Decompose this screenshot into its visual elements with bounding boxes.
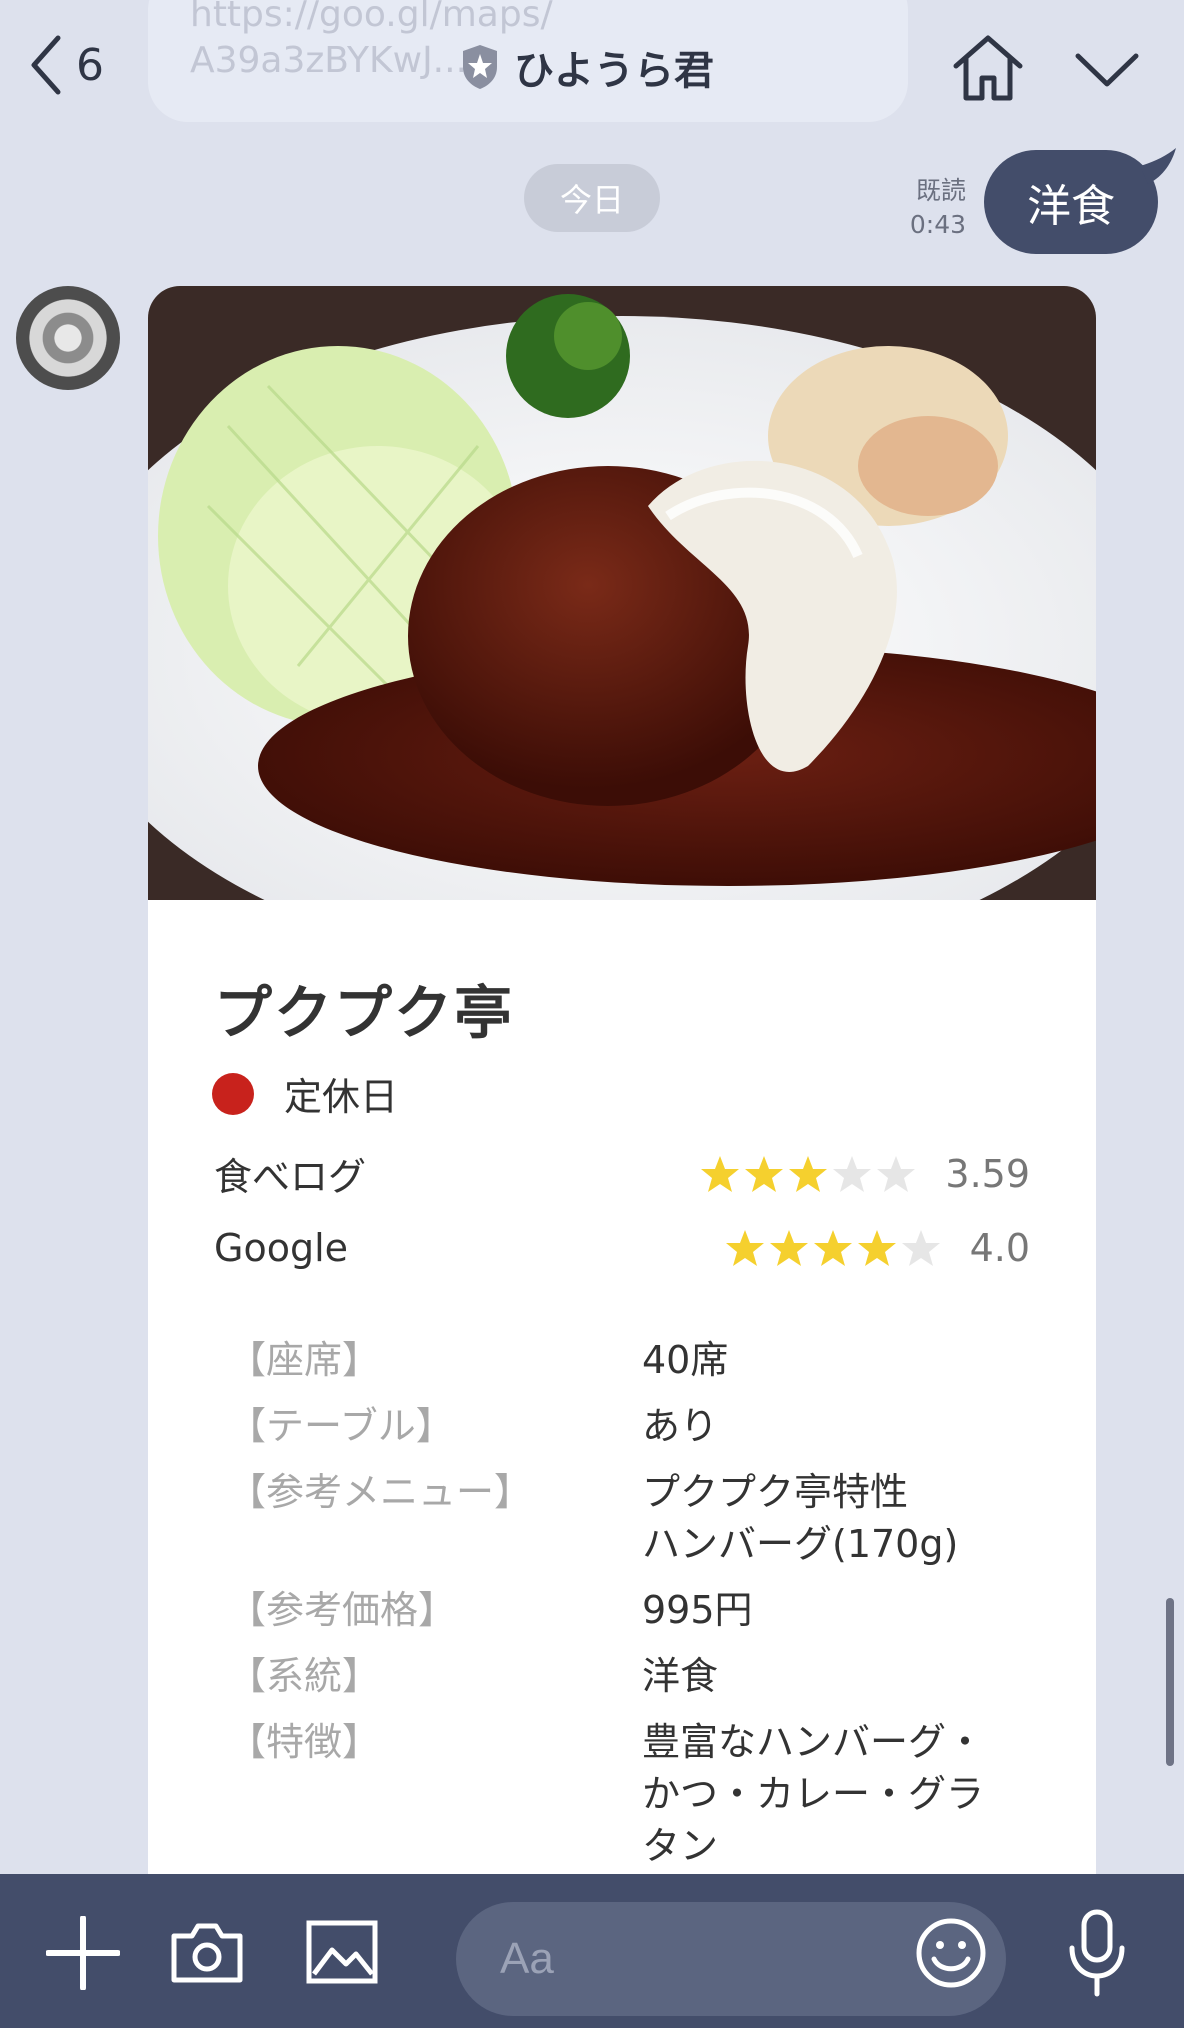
info-key: 【系統】 bbox=[228, 1654, 381, 1698]
info-row: 【参考メニュー】 プクプク亭特性 ハンバーグ(170g) bbox=[228, 1466, 1008, 1584]
chat-header: https://goo.gl/maps/ A39a3zBYKwJ... 6 ひよ… bbox=[0, 0, 1184, 140]
rating-score: 4.0 bbox=[969, 1226, 1030, 1270]
back-chevron-icon bbox=[31, 35, 61, 95]
home-button[interactable] bbox=[952, 34, 1024, 102]
date-separator: 今日 bbox=[524, 164, 660, 232]
status-dot bbox=[212, 1072, 254, 1115]
home-icon bbox=[953, 35, 1023, 101]
shield-icon bbox=[463, 45, 497, 89]
menu-toggle-button[interactable] bbox=[1072, 44, 1142, 94]
info-key: 【テーブル】 bbox=[228, 1404, 454, 1448]
unread-count: 6 bbox=[76, 39, 104, 91]
message-time: 0:43 bbox=[909, 210, 966, 239]
info-value: プクプク亭特性 ハンバーグ(170g) bbox=[642, 1470, 959, 1566]
message-input[interactable] bbox=[498, 1933, 882, 1985]
message-input-wrap[interactable] bbox=[456, 1902, 1006, 2016]
status-text: 定休日 bbox=[284, 1075, 399, 1119]
star-icon bbox=[877, 1155, 916, 1192]
info-key: 【座席】 bbox=[228, 1338, 381, 1382]
info-row: 【座席】 40席 bbox=[228, 1334, 1008, 1400]
chat-title-area[interactable]: ひようら君 bbox=[460, 38, 714, 96]
rating-source: 食べログ bbox=[214, 1155, 367, 1199]
info-value: 40席 bbox=[642, 1338, 729, 1382]
info-row: 【参考価格】 995円 bbox=[228, 1584, 1008, 1650]
info-key: 【参考価格】 bbox=[228, 1588, 457, 1632]
star-rating bbox=[699, 1154, 919, 1194]
info-value: あり bbox=[642, 1404, 719, 1448]
shop-name: プクプク亭 bbox=[214, 979, 515, 1047]
plus-icon[interactable] bbox=[46, 1916, 120, 1990]
info-key: 【特徴】 bbox=[228, 1720, 381, 1764]
message-meta: 既読 0:43 bbox=[880, 174, 966, 242]
info-key: 【参考メニュー】 bbox=[228, 1470, 533, 1514]
bubble-tail bbox=[1140, 148, 1176, 184]
star-icon bbox=[833, 1155, 872, 1192]
scrollbar[interactable] bbox=[1166, 1598, 1174, 1766]
camera-icon[interactable] bbox=[170, 1920, 244, 1984]
input-bar bbox=[0, 1874, 1184, 2028]
star-icon bbox=[725, 1230, 764, 1266]
rating-row-tabelog[interactable]: 食べログ 3.59 bbox=[214, 1146, 1030, 1201]
star-icon bbox=[745, 1155, 784, 1192]
info-value: 995円 bbox=[642, 1588, 753, 1632]
star-icon bbox=[769, 1230, 808, 1266]
rating-source: Google bbox=[214, 1226, 349, 1270]
star-icon bbox=[701, 1155, 740, 1192]
back-button[interactable]: 6 bbox=[28, 30, 104, 100]
info-row: 【テーブル】 あり bbox=[228, 1400, 1008, 1466]
food-photo bbox=[148, 286, 1096, 900]
star-icon bbox=[789, 1155, 828, 1192]
chevron-down-icon bbox=[1075, 53, 1139, 87]
image-icon[interactable] bbox=[306, 1920, 378, 1984]
star-icon bbox=[901, 1230, 940, 1266]
star-rating bbox=[724, 1228, 944, 1268]
info-row: 【特徴】 豊富なハンバーグ・ かつ・カレー・グラ タン bbox=[228, 1716, 1008, 1886]
emoji-icon[interactable] bbox=[914, 1916, 988, 1990]
rating-score: 3.59 bbox=[945, 1151, 1030, 1196]
avatar[interactable] bbox=[16, 286, 120, 390]
my-message-bubble[interactable]: 洋食 bbox=[984, 150, 1158, 254]
restaurant-card[interactable]: プクプク亭 定休日 食べログ 3.59 Google 4.0 【座席】 40席 … bbox=[148, 286, 1096, 2028]
chat-title: ひようら君 bbox=[514, 48, 714, 94]
microphone-icon[interactable] bbox=[1066, 1908, 1128, 1998]
info-row: 【系統】 洋食 bbox=[228, 1650, 1008, 1716]
read-receipt: 既読 bbox=[915, 176, 966, 205]
info-value: 洋食 bbox=[642, 1654, 719, 1698]
open-status: 定休日 bbox=[212, 1066, 398, 1121]
star-icon bbox=[813, 1230, 852, 1266]
star-icon bbox=[857, 1230, 896, 1266]
info-value: 豊富なハンバーグ・ かつ・カレー・グラ タン bbox=[642, 1720, 985, 1868]
rating-row-google[interactable]: Google 4.0 bbox=[214, 1226, 1030, 1270]
info-table: 【座席】 40席 【テーブル】 あり 【参考メニュー】 プクプク亭特性 ハンバー… bbox=[228, 1334, 1008, 1886]
